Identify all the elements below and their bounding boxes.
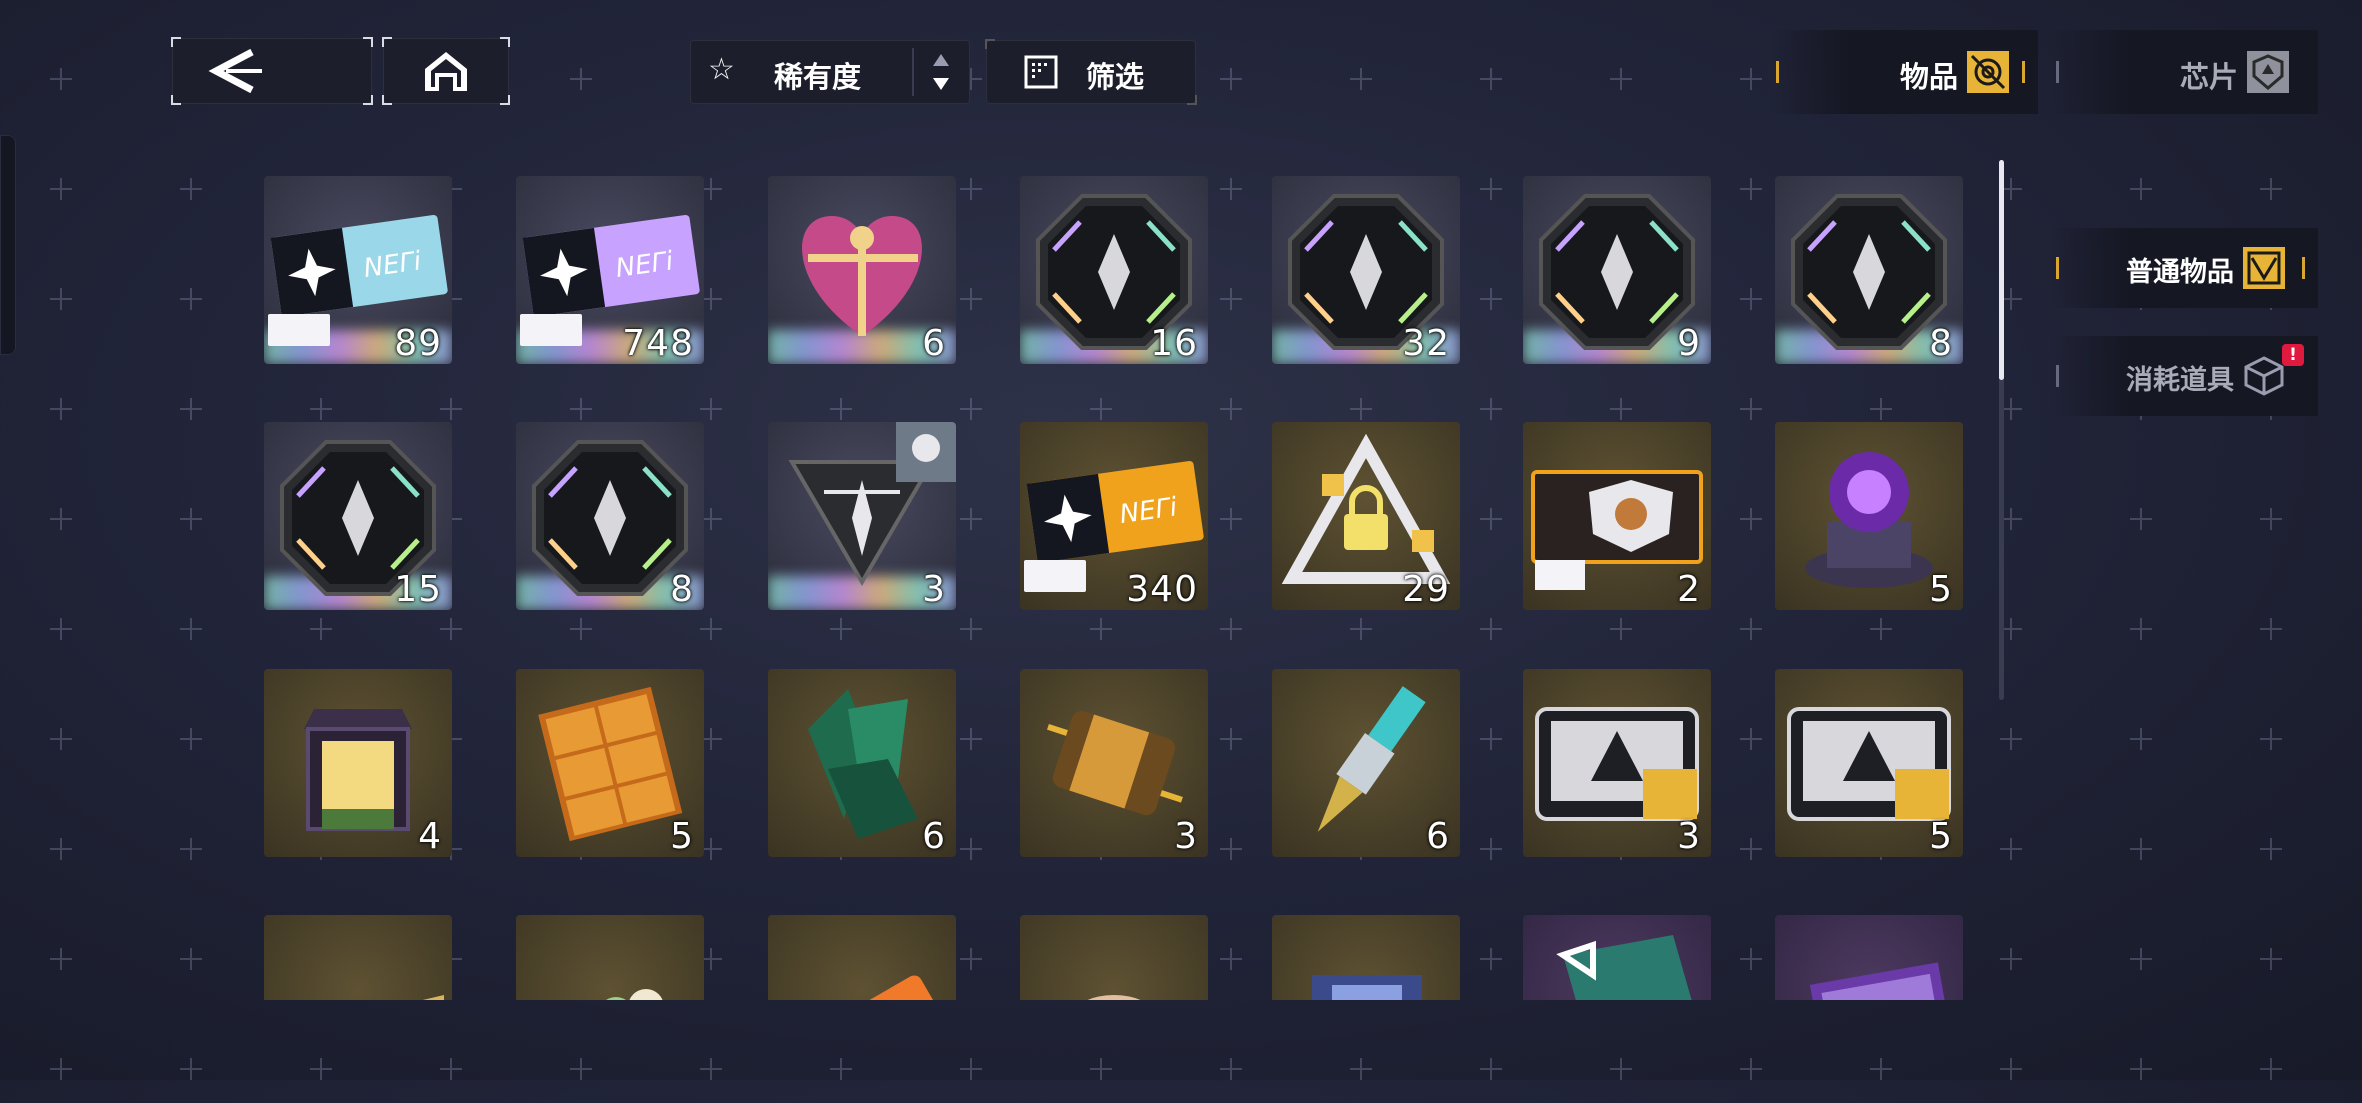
food-icon <box>606 989 663 1000</box>
card-icon <box>1809 962 1954 1000</box>
item-count: 2 <box>1677 569 1701 610</box>
item-count: 3 <box>922 569 946 610</box>
item-count: 16 <box>1150 323 1198 364</box>
plus-mark <box>1480 1058 1502 1080</box>
inventory-item[interactable]: 8 <box>516 422 704 610</box>
inventory-item[interactable]: NEΓi 340 <box>1020 422 1208 610</box>
inventory-item[interactable]: 9 <box>1523 176 1711 364</box>
inventory-item[interactable]: 15 <box>264 422 452 610</box>
inventory-item[interactable] <box>1020 915 1208 1000</box>
item-count: 89 <box>394 323 442 364</box>
item-count: 8 <box>1929 323 1953 364</box>
tool-icon <box>816 975 935 1000</box>
inventory-item[interactable]: 6 <box>768 176 956 364</box>
item-count: 6 <box>922 816 946 857</box>
inventory-item[interactable]: 3 <box>1020 669 1208 857</box>
plus-mark <box>700 1058 722 1080</box>
plus-mark <box>440 1058 462 1080</box>
plus-mark <box>1220 1058 1242 1080</box>
plus-mark <box>960 1058 982 1080</box>
item-count: 9 <box>1677 323 1701 364</box>
plus-mark <box>570 1058 592 1080</box>
plus-mark <box>1870 1058 1892 1080</box>
inventory-item[interactable] <box>768 915 956 1000</box>
item-count: 8 <box>670 569 694 610</box>
item-count: 15 <box>394 569 442 610</box>
inventory-item[interactable]: 5 <box>1775 422 1963 610</box>
plus-mark <box>310 1058 332 1080</box>
item-count: 29 <box>1402 569 1450 610</box>
item-count: 6 <box>1426 816 1450 857</box>
plus-mark <box>2260 1058 2282 1080</box>
plus-mark <box>2000 1058 2022 1080</box>
item-count: 5 <box>1929 816 1953 857</box>
plus-mark <box>1610 1058 1632 1080</box>
inventory-item[interactable]: 16 <box>1020 176 1208 364</box>
inventory-item[interactable]: 3 <box>768 422 956 610</box>
item-count: 32 <box>1402 323 1450 364</box>
ticket-badge-icon <box>520 314 582 346</box>
plus-mark <box>1350 1058 1372 1080</box>
ticket-badge-icon <box>268 314 330 346</box>
inventory-grid: NEΓi 89 NEΓi 748 6 16 32 9 8 15 8 3 NEΓi 340 29 2 5 4 5 6 3 6… <box>0 0 2362 1000</box>
plus-mark <box>180 1058 202 1080</box>
inventory-item[interactable]: 3 <box>1523 669 1711 857</box>
item-count: 4 <box>418 816 442 857</box>
inventory-item[interactable] <box>516 915 704 1000</box>
item-count: 5 <box>1929 569 1953 610</box>
plus-mark <box>1740 1058 1762 1080</box>
plus-mark <box>50 1058 72 1080</box>
item-count: 3 <box>1677 816 1701 857</box>
item-count: 340 <box>1126 569 1198 610</box>
inventory-item[interactable]: NEΓi 89 <box>264 176 452 364</box>
plus-mark <box>2130 1058 2152 1080</box>
item-count: 3 <box>1174 816 1198 857</box>
inventory-item[interactable]: 4 <box>264 669 452 857</box>
inventory-item[interactable]: 8 <box>1775 176 1963 364</box>
inventory-item[interactable]: 29 <box>1272 422 1460 610</box>
plus-mark <box>1090 1058 1112 1080</box>
cake-icon <box>1087 995 1141 1000</box>
blade-icon <box>422 995 444 1000</box>
item-count: 5 <box>670 816 694 857</box>
item-count: 6 <box>922 323 946 364</box>
inventory-item[interactable]: 6 <box>768 669 956 857</box>
inventory-item[interactable]: 5 <box>1775 669 1963 857</box>
inventory-item[interactable]: 6 <box>1272 669 1460 857</box>
ticket-badge-icon <box>1024 560 1086 592</box>
inventory-item[interactable]: 32 <box>1272 176 1460 364</box>
inventory-item[interactable] <box>1775 915 1963 1000</box>
plus-mark <box>830 1058 852 1080</box>
inventory-item[interactable]: NEΓi 748 <box>516 176 704 364</box>
inventory-item[interactable] <box>264 915 452 1000</box>
item-count: 748 <box>622 323 694 364</box>
inventory-item[interactable]: 2 <box>1523 422 1711 610</box>
inventory-item[interactable]: 5 <box>516 669 704 857</box>
